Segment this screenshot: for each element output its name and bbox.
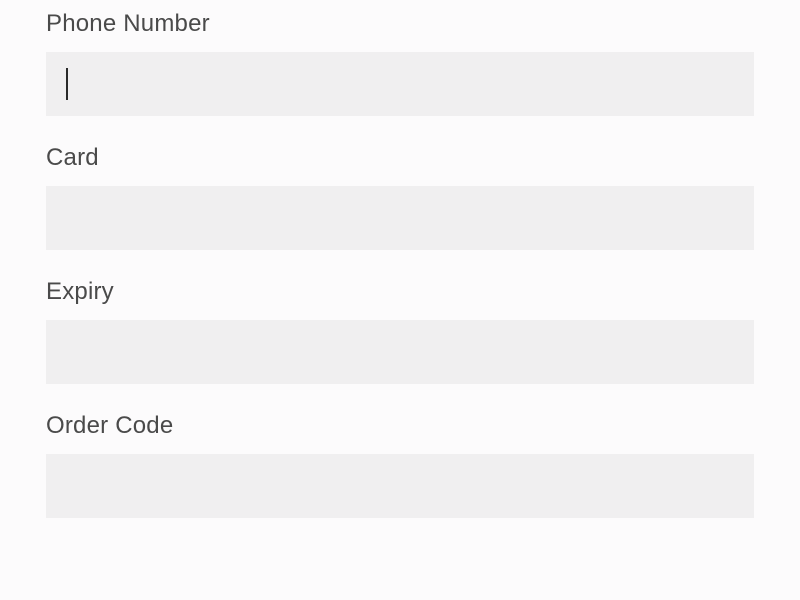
phone-number-group: Phone Number — [46, 10, 754, 116]
phone-number-label: Phone Number — [46, 10, 754, 38]
order-code-label: Order Code — [46, 412, 754, 440]
order-code-group: Order Code — [46, 412, 754, 518]
card-group: Card — [46, 144, 754, 250]
card-label: Card — [46, 144, 754, 172]
payment-form: Phone Number Card Expiry Order Code — [0, 0, 800, 518]
expiry-label: Expiry — [46, 278, 754, 306]
phone-number-field[interactable] — [46, 52, 754, 116]
order-code-field[interactable] — [46, 454, 754, 518]
expiry-field[interactable] — [46, 320, 754, 384]
expiry-group: Expiry — [46, 278, 754, 384]
card-field[interactable] — [46, 186, 754, 250]
text-cursor — [66, 68, 68, 100]
